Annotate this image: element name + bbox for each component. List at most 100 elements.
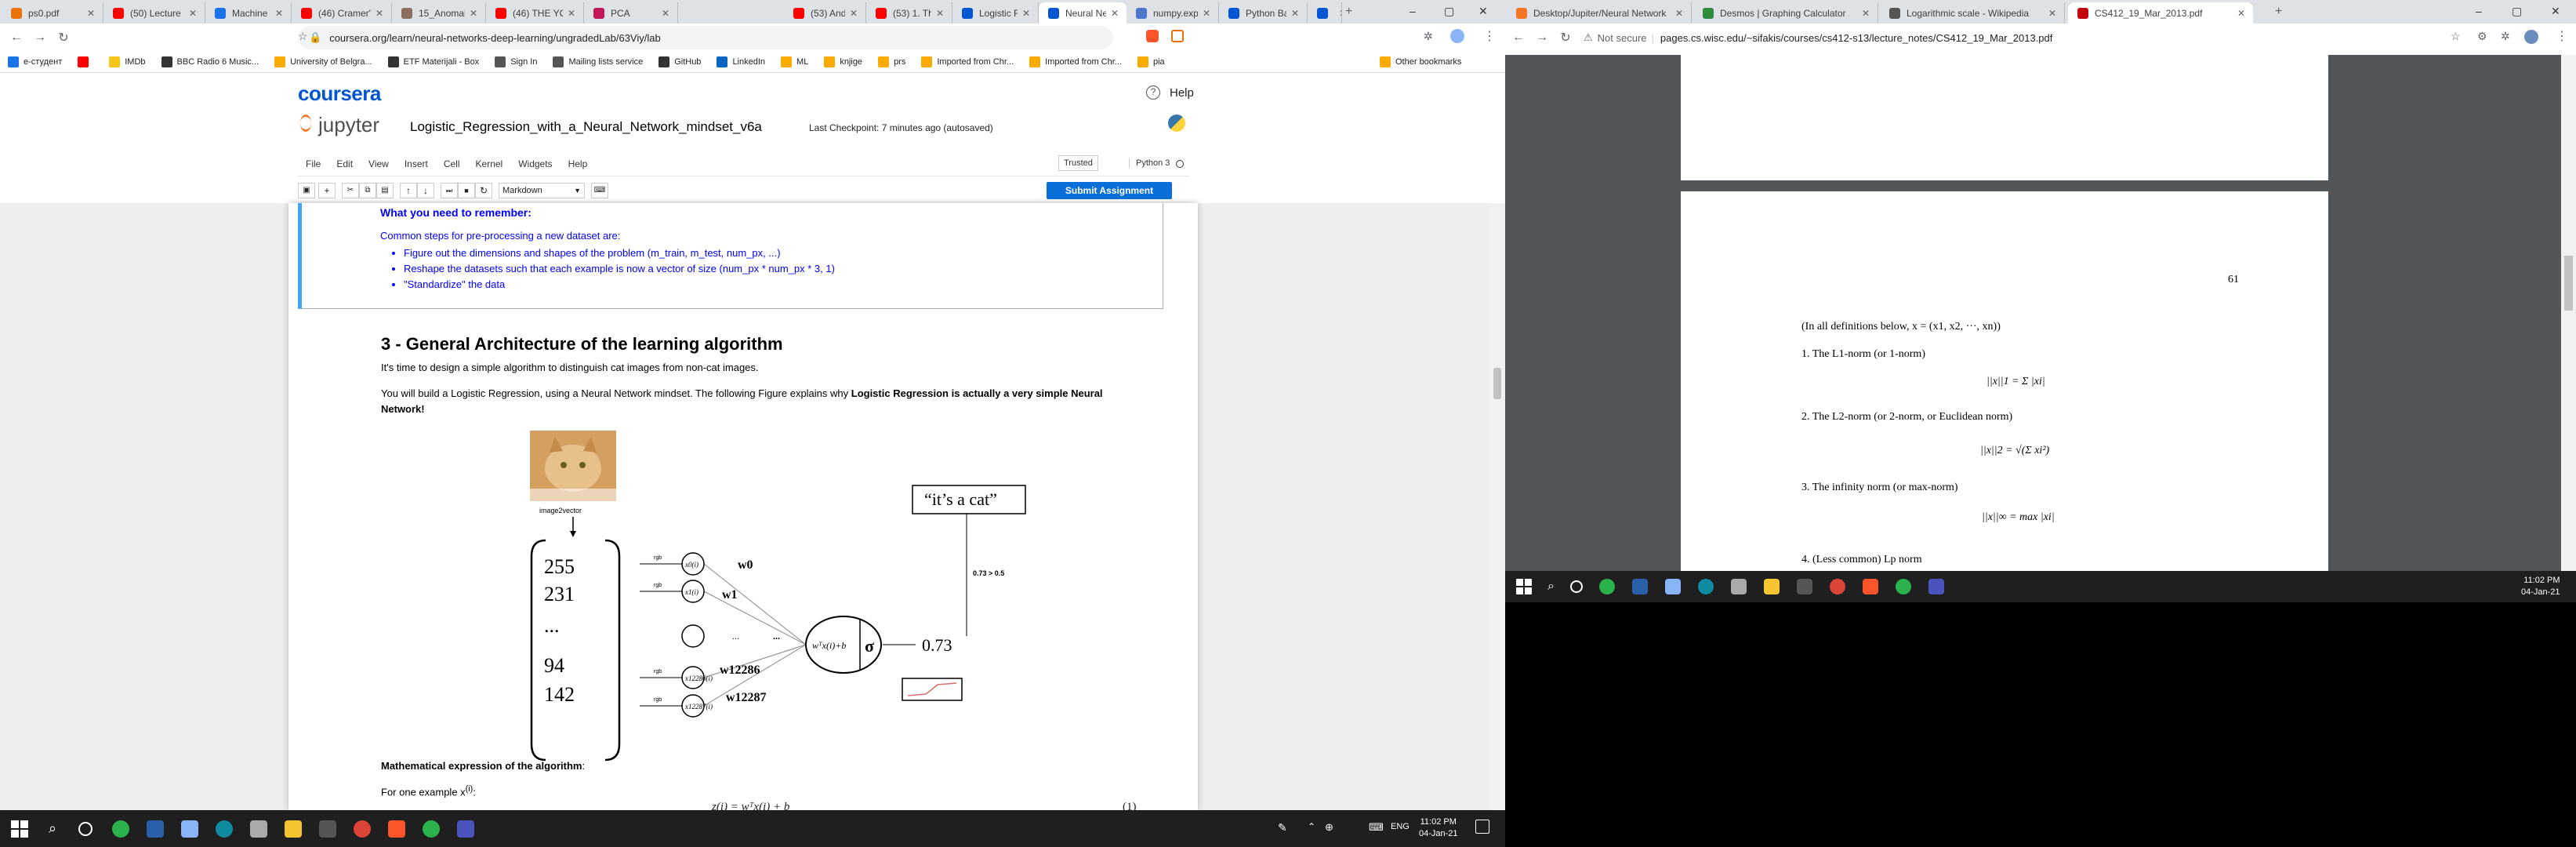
file-explorer-icon[interactable] [1763,579,1780,594]
help-icon[interactable]: ? [1146,85,1160,100]
tab-close-icon[interactable]: ✕ [1862,8,1870,19]
browser-tab[interactable]: (46) THE YOGIC ✕ [486,2,584,24]
brave-icon[interactable] [388,820,406,838]
bookmark-item[interactable]: prs [878,56,905,67]
tab-close-icon[interactable]: ✕ [1111,8,1119,19]
copy-icon[interactable]: ⧉ [359,183,376,198]
keyboard-icon[interactable]: ⌨ [591,183,608,198]
browser-tab[interactable]: Python Basics ✕ [1219,2,1308,24]
browser-tab[interactable]: ps0.pdf ✕ [2,2,103,24]
chrome-icon[interactable] [1829,579,1845,594]
taskbar-app-icon[interactable] [147,820,165,838]
browser-tab[interactable]: Desktop/Jupiter/Neural Network ✕ [1507,2,1692,24]
interrupt-icon[interactable]: ■ [458,183,475,198]
search-icon[interactable]: ⌕ [49,820,56,837]
brave-rewards-icon[interactable] [1171,30,1184,42]
browser-tab[interactable]: (50) Lecture 1 ✕ [103,2,205,24]
bookmark-item[interactable]: University of Belgra... [274,56,372,67]
notebook-scrollbar[interactable] [1489,203,1505,810]
tab-close-icon[interactable]: ✕ [568,8,575,19]
browser-tab[interactable]: numpy.exp — N ✕ [1127,2,1219,24]
brave-shield-icon[interactable] [1146,30,1159,42]
bookmark-item[interactable]: IMDb [109,56,146,67]
bookmark-item[interactable] [78,56,93,67]
close-window-icon[interactable]: ✕ [1478,5,1488,18]
bookmark-item[interactable]: ML [781,56,808,67]
bookmark-item[interactable]: Mailing lists service [553,56,643,67]
tab-close-icon[interactable]: ✕ [376,8,383,19]
submit-assignment-button[interactable]: Submit Assignment [1047,182,1172,199]
menu-edit[interactable]: Edit [336,158,353,169]
taskbar-app-icon[interactable] [423,820,441,838]
browser-tab[interactable]: Machine Learni ✕ [205,2,292,24]
reading-list-icon[interactable]: ⚙ [2477,30,2487,43]
tab-close-icon[interactable]: ✕ [936,8,944,19]
language-indicator[interactable]: ENG [1391,822,1410,831]
tab-close-icon[interactable]: ✕ [1675,8,1683,19]
browser-tab[interactable]: Neural Network✕ [1308,2,1342,24]
new-tab-icon[interactable]: + [2275,5,2282,19]
bookmark-item[interactable]: GitHub [659,56,701,67]
clock[interactable]: 11:02 PM 04-Jan-21 [2521,575,2560,598]
tab-close-icon[interactable]: ✕ [1339,8,1341,19]
tab-close-icon[interactable]: ✕ [662,8,669,19]
notification-icon[interactable] [1475,820,1489,834]
bookmark-item[interactable]: Imported from Chr... [1029,56,1122,67]
search-icon[interactable]: ⌕ [1547,580,1555,594]
bookmark-item[interactable]: BBC Radio 6 Music... [161,56,259,67]
paste-icon[interactable]: ▤ [376,183,394,198]
bookmark-star-icon[interactable]: ☆ [2451,30,2461,43]
notebook-name[interactable]: Logistic_Regression_with_a_Neural_Networ… [410,119,762,135]
run-icon[interactable]: ⏭ [441,183,458,198]
move-down-icon[interactable]: ↓ [417,183,434,198]
menu-view[interactable]: View [368,158,389,169]
teams-icon[interactable] [457,820,475,838]
address-bar[interactable]: 🔒 coursera.org/learn/neural-networks-dee… [298,26,1113,49]
bookmark-item[interactable]: Sign In [495,56,537,67]
menu-help[interactable]: Help [568,158,588,169]
reload-icon[interactable]: ↻ [52,30,75,45]
remember-cell[interactable]: What you need to remember: Common steps … [298,203,1163,309]
close-window-icon[interactable]: ✕ [2551,5,2560,18]
menu-file[interactable]: File [306,158,321,169]
restart-icon[interactable]: ↻ [475,183,492,198]
new-tab-icon[interactable]: + [1345,5,1352,19]
taskbar-app-icon[interactable] [1664,579,1681,594]
brave-icon[interactable] [1862,579,1878,594]
browser-tab[interactable]: Desmos | Graphing Calculator ✕ [1693,2,1878,24]
keyboard-tray-icon[interactable]: ⌨ [1369,821,1384,834]
cortana-icon[interactable] [78,821,93,836]
browser-tab[interactable]: PCA ✕ [584,2,678,24]
start-windows-icon[interactable] [1516,579,1532,594]
browser-tab[interactable]: Logarithmic scale - Wikipedia ✕ [1880,2,2065,24]
bookmark-item[interactable]: ETF Materijali - Box [387,56,479,67]
bookmark-star-icon[interactable]: ☆ [298,30,308,43]
pdf-scrollbar[interactable] [2561,55,2576,571]
bookmark-item[interactable]: Imported from Chr... [921,56,1014,67]
menu-widgets[interactable]: Widgets [518,158,552,169]
tab-close-icon[interactable]: ✕ [1022,8,1030,19]
taskbar-app-icon[interactable] [1598,579,1615,594]
menu-insert[interactable]: Insert [405,158,428,169]
file-explorer-icon[interactable] [285,820,303,838]
tab-close-icon[interactable]: ✕ [850,8,858,19]
address-bar[interactable]: ⚠ Not secure | pages.cs.wisc.edu/~sifaki… [1584,26,2438,49]
browser-tab[interactable]: Neural Netw ✕ [1039,2,1127,24]
tab-close-icon[interactable]: ✕ [1291,8,1299,19]
scrollbar-thumb[interactable] [2564,256,2573,311]
terminal-icon[interactable] [319,820,337,838]
browser-tab[interactable]: 15_Anomaly_D ✕ [392,2,486,24]
minimize-icon[interactable]: – [2476,5,2482,17]
tab-close-icon[interactable]: ✕ [189,8,197,19]
clock[interactable]: 11:02 PM 04-Jan-21 [1419,816,1458,840]
bookmark-item[interactable]: LinkedIn [717,56,765,67]
extensions-icon[interactable]: ✲ [1424,30,1433,43]
taskbar-app-icon[interactable] [1895,579,1911,594]
menu-kernel[interactable]: Kernel [476,158,503,169]
browser-tab[interactable]: CS412_19_Mar_2013.pdf ✕ [2068,2,2253,24]
taskbar-app-icon[interactable] [1730,579,1747,594]
terminal-icon[interactable] [1796,579,1812,594]
maximize-icon[interactable]: ▢ [2512,5,2522,18]
bookmark-item[interactable]: knjige [824,56,862,67]
taskbar-app-icon[interactable] [250,820,268,838]
